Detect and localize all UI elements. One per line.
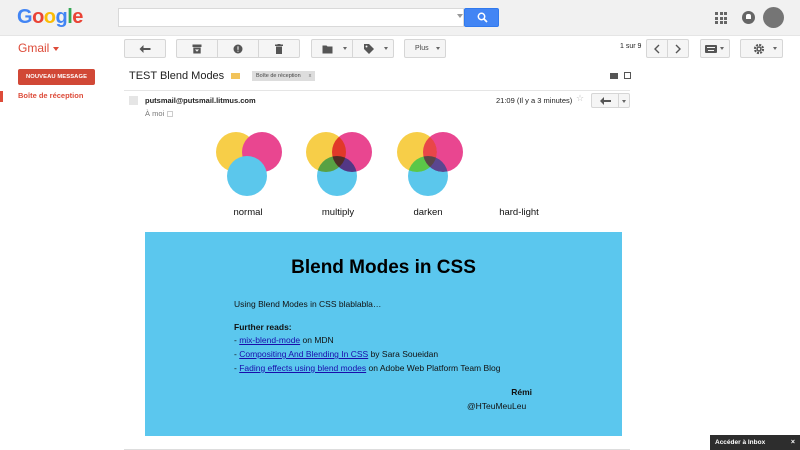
reply-icon — [600, 97, 611, 105]
importance-marker-icon[interactable] — [231, 73, 240, 79]
blend-multiply-illustration — [306, 132, 376, 204]
chip-label: Boîte de réception — [256, 73, 301, 79]
report-spam-icon — [233, 44, 243, 53]
recipient-line: À moi — [145, 109, 174, 118]
message-subject: TEST Blend Modes — [129, 70, 225, 82]
google-logo[interactable]: Google — [17, 6, 83, 29]
delete-button[interactable] — [258, 39, 300, 58]
blend-label: darken — [413, 207, 443, 218]
keyboard-icon — [705, 44, 717, 53]
report-spam-button[interactable] — [217, 39, 259, 58]
more-actions-button[interactable] — [618, 93, 630, 108]
logo-letter: o — [43, 6, 56, 28]
folder-icon — [322, 45, 333, 53]
gmail-menu[interactable]: Gmail — [18, 41, 59, 55]
email-title: Blend Modes in CSS — [291, 257, 476, 278]
delete-icon — [275, 43, 283, 54]
more-button[interactable]: Plus — [404, 39, 446, 58]
reply-button[interactable] — [591, 93, 619, 108]
blend-label: hard-light — [499, 207, 539, 218]
archive-icon — [192, 44, 202, 53]
logo-letter: e — [72, 6, 83, 28]
apps-icon[interactable] — [715, 12, 727, 24]
toolbar: Gmail Plus 1 sur 9 — [0, 37, 800, 62]
close-icon[interactable]: × — [791, 435, 795, 450]
fading-effects-link[interactable]: Fading effects using blend modes — [239, 363, 366, 373]
back-icon — [139, 44, 151, 53]
further-read-item: - mix-blend-mode on MDN — [234, 335, 334, 345]
email-intro: Using Blend Modes in CSS blablabla… — [234, 299, 382, 309]
pager: 1 sur 9 — [620, 43, 642, 50]
email-body-card: Blend Modes in CSS Using Blend Modes in … — [145, 232, 622, 436]
label-icon — [364, 43, 374, 54]
compositing-link[interactable]: Compositing And Blending In CSS — [239, 349, 368, 359]
blue-circle — [408, 156, 448, 196]
input-tools-button[interactable] — [700, 39, 730, 58]
logo-letter: g — [55, 6, 68, 28]
notifications-icon[interactable] — [742, 11, 755, 24]
inbox-promo-label: Accéder à Inbox — [715, 439, 766, 446]
blue-circle — [317, 156, 357, 196]
blend-normal-illustration — [216, 132, 286, 204]
read-suffix: on Adobe Web Platform Team Blog — [366, 363, 501, 373]
avatar[interactable] — [763, 7, 784, 28]
sidebar-item-inbox[interactable]: Boîte de réception — [0, 91, 115, 102]
blend-hard-light-illustration — [487, 132, 557, 204]
older-button[interactable] — [667, 39, 689, 58]
chevron-down-icon — [720, 47, 724, 50]
further-reads-heading: Further reads: — [234, 322, 292, 332]
further-read-item: - Fading effects using blend modes on Ad… — [234, 363, 501, 373]
chevron-down-icon — [436, 47, 440, 50]
recipient-label: À moi — [145, 109, 165, 118]
chevron-down-icon — [384, 47, 388, 50]
top-bar: Google — [0, 0, 800, 36]
chevron-right-icon — [675, 44, 681, 53]
blend-label: normal — [233, 207, 263, 218]
back-button[interactable] — [124, 39, 166, 58]
newer-button[interactable] — [646, 39, 668, 58]
new-window-icon[interactable] — [624, 72, 631, 79]
compose-button[interactable]: NOUVEAU MESSAGE — [18, 69, 95, 85]
logo-letter: o — [32, 6, 44, 28]
chevron-down-icon — [773, 47, 777, 50]
inbox-label-chip[interactable]: Boîte de réception x — [252, 71, 316, 81]
search-input[interactable] — [118, 8, 464, 27]
blend-darken-illustration — [397, 132, 467, 204]
signature-name: Rémi — [511, 387, 532, 397]
read-suffix: on MDN — [300, 335, 334, 345]
more-label: Plus — [415, 45, 429, 52]
inbox-promo-banner[interactable]: Accéder à Inbox × — [710, 435, 800, 450]
gear-icon — [753, 43, 765, 54]
archive-button[interactable] — [176, 39, 218, 58]
move-to-button[interactable] — [311, 39, 353, 58]
sender-email[interactable]: putsmail@putsmail.litmus.com — [145, 96, 256, 105]
remove-label-icon[interactable]: x — [309, 73, 312, 79]
search-button[interactable] — [464, 8, 499, 27]
sidebar-item-label: Boîte de réception — [18, 91, 84, 100]
star-icon[interactable]: ☆ — [576, 94, 584, 104]
mdn-link[interactable]: mix-blend-mode — [239, 335, 300, 345]
search-options-icon[interactable] — [457, 14, 463, 18]
sender-avatar — [129, 96, 138, 105]
details-dropdown-icon[interactable] — [167, 111, 174, 118]
message-timestamp: 21:09 (Il y a 3 minutes) — [496, 96, 573, 105]
further-read-item: - Compositing And Blending In CSS by Sar… — [234, 349, 438, 359]
chevron-left-icon — [654, 44, 660, 53]
print-icon[interactable] — [610, 73, 618, 79]
signature-handle: @HTeuMeuLeu — [467, 401, 527, 411]
logo-letter: G — [17, 6, 33, 28]
blue-circle — [498, 156, 538, 196]
divider — [124, 90, 630, 91]
search-icon — [477, 12, 488, 23]
blend-label: multiply — [321, 207, 355, 218]
read-suffix: by Sara Soueidan — [368, 349, 439, 359]
chevron-down-icon — [343, 47, 347, 50]
blue-circle — [227, 156, 267, 196]
settings-button[interactable] — [740, 39, 783, 58]
labels-button[interactable] — [352, 39, 394, 58]
